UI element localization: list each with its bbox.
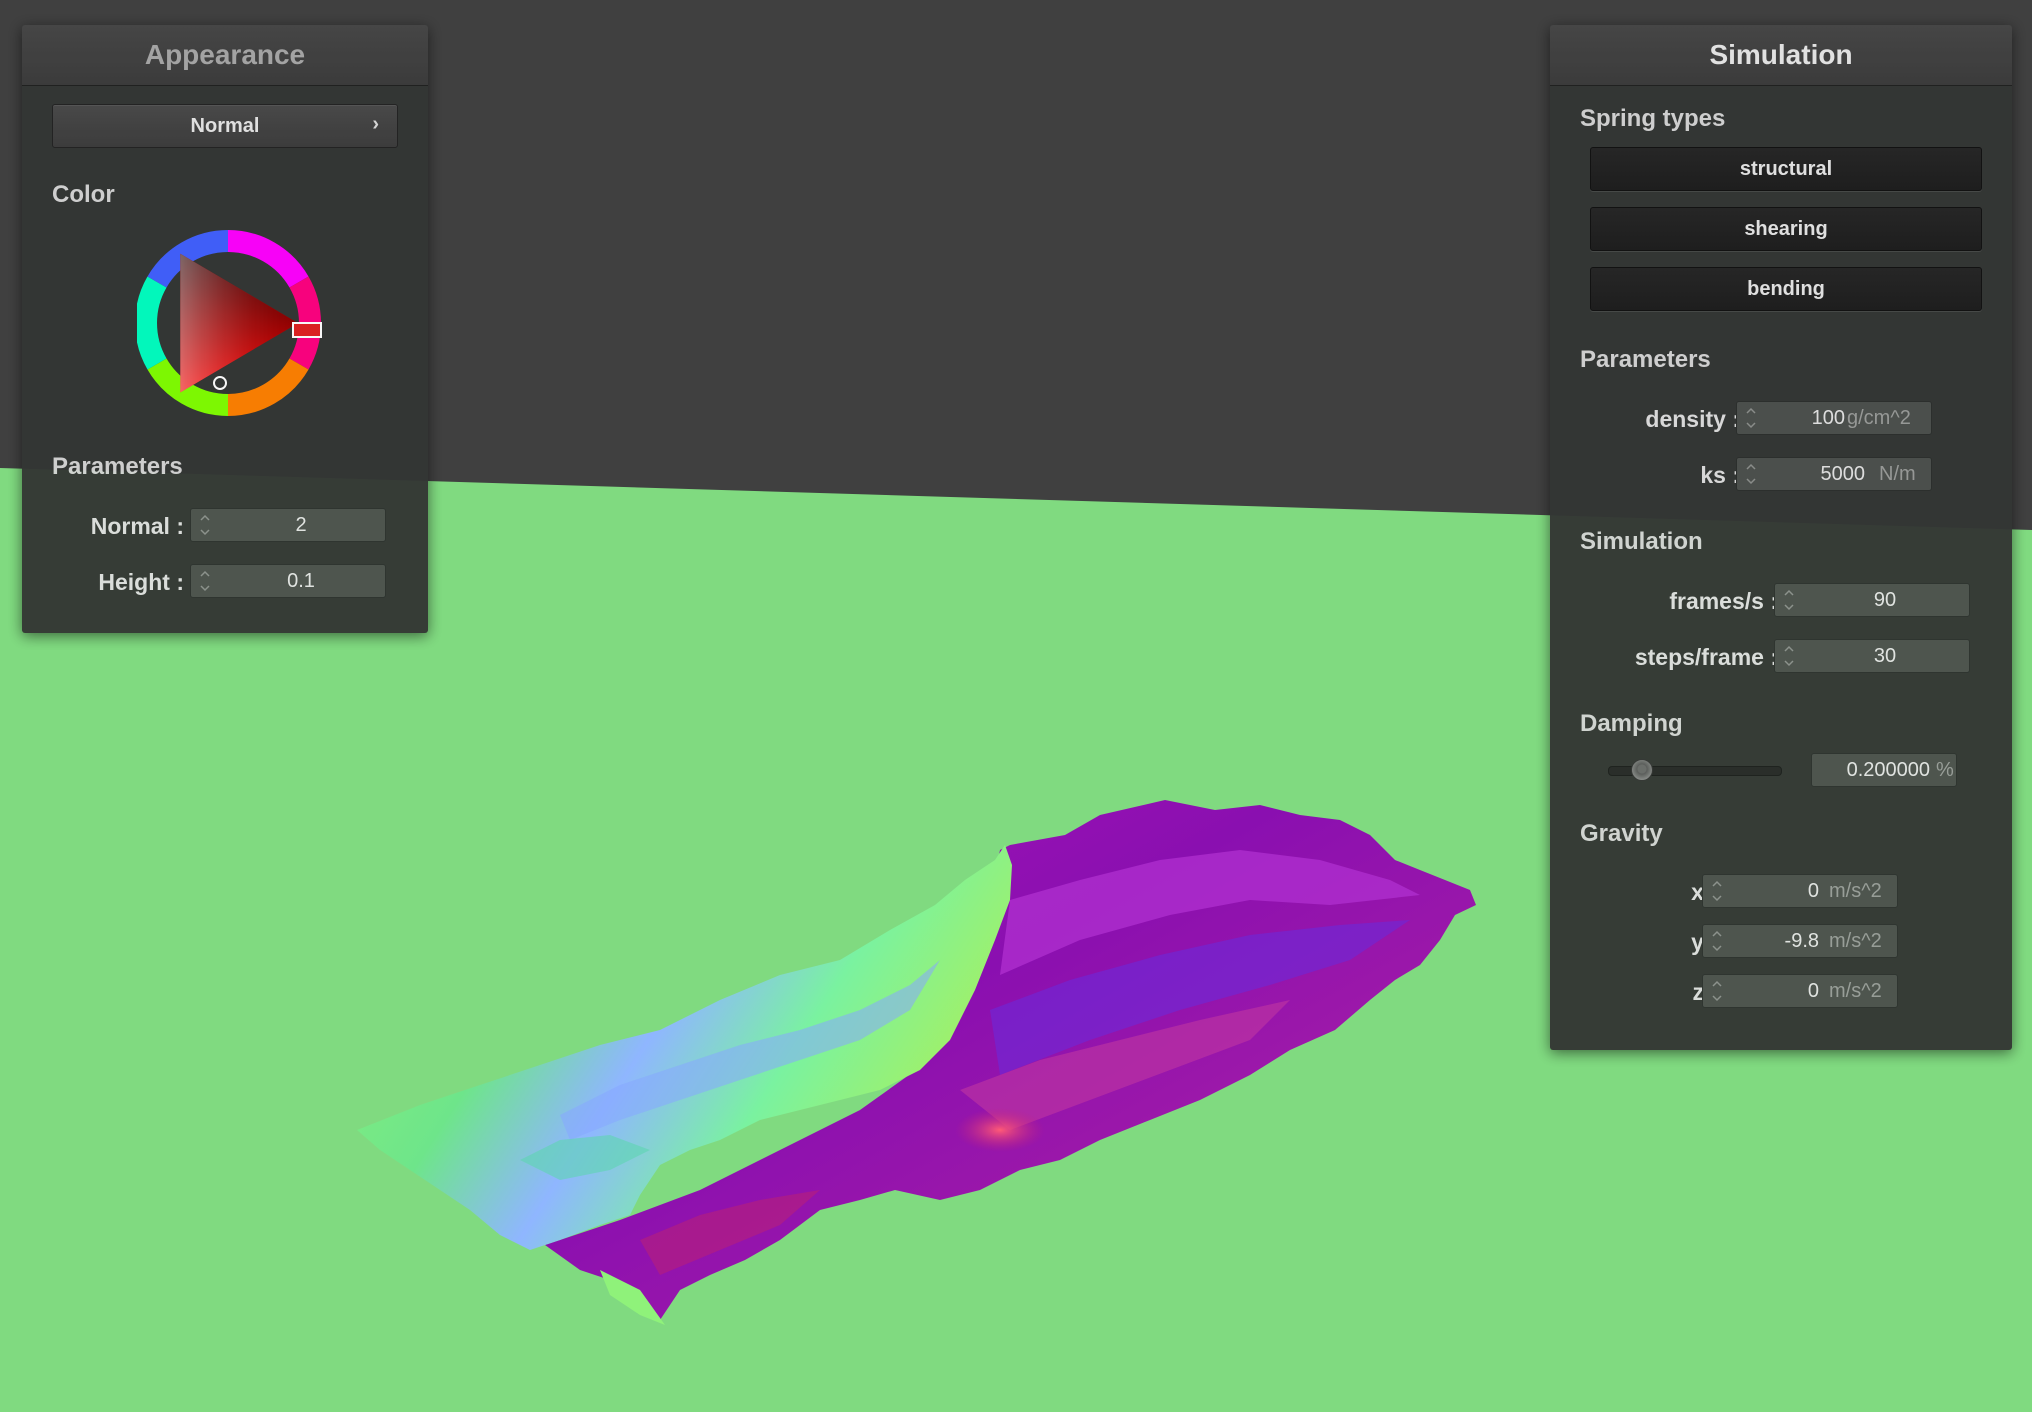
simulation-panel-title[interactable]: Simulation <box>1550 25 2012 86</box>
appearance-panel-title[interactable]: Appearance <box>22 25 428 86</box>
gravity-y-unit: m/s^2 <box>1829 930 1882 952</box>
gravity-x-unit: m/s^2 <box>1829 880 1882 902</box>
simulation-parameters-label: Parameters <box>1580 346 1711 373</box>
gravity-x-label: x : <box>1691 879 1718 905</box>
color-wheel-picker[interactable] <box>137 230 327 420</box>
height-value: 0.1 <box>287 570 315 592</box>
frames-per-second-stepper[interactable]: 90 <box>1774 583 1970 617</box>
height-label: Height : <box>98 569 184 595</box>
normal-value: 2 <box>295 514 307 536</box>
simulation-section-label: Simulation <box>1580 528 1703 555</box>
stepper-arrows-icon[interactable] <box>1745 460 1757 488</box>
damping-field[interactable]: 0.200000 % <box>1811 753 1957 787</box>
chevron-right-icon: › <box>372 113 379 135</box>
hue-handle[interactable] <box>292 322 322 338</box>
shader-select-button[interactable]: Normal › <box>52 104 398 148</box>
ks-label: ks : <box>1700 462 1740 488</box>
damping-slider-knob[interactable] <box>1631 759 1654 781</box>
density-unit: g/cm^2 <box>1847 407 1911 429</box>
shearing-button[interactable]: shearing <box>1590 207 1982 251</box>
color-handle[interactable] <box>213 376 227 390</box>
ks-stepper[interactable]: 5000 N/m <box>1736 457 1932 491</box>
stepper-arrows-icon[interactable] <box>199 511 211 539</box>
density-label: density : <box>1645 406 1740 432</box>
gravity-label: Gravity <box>1580 820 1663 847</box>
stepper-arrows-icon[interactable] <box>1711 977 1723 1005</box>
color-section-label: Color <box>52 181 115 208</box>
stepper-arrows-icon[interactable] <box>199 567 211 595</box>
gravity-x-value: 0 <box>1807 880 1819 902</box>
stepper-arrows-icon[interactable] <box>1711 927 1723 955</box>
ks-value: 5000 <box>1820 463 1866 485</box>
steps-per-frame-value: 30 <box>1873 645 1897 667</box>
spring-types-label: Spring types <box>1580 105 1726 132</box>
damping-label: Damping <box>1580 710 1683 737</box>
height-stepper[interactable]: 0.1 <box>190 564 386 598</box>
stepper-arrows-icon[interactable] <box>1711 877 1723 905</box>
ks-unit: N/m <box>1879 463 1916 485</box>
steps-per-frame-label: steps/frame : <box>1634 644 1778 670</box>
simulation-panel: Simulation Spring types structural shear… <box>1550 25 2012 1050</box>
shader-select-label: Normal <box>190 114 260 137</box>
frames-per-second-label: frames/s : <box>1669 588 1778 614</box>
frames-per-second-value: 90 <box>1873 589 1897 611</box>
appearance-parameters-label: Parameters <box>52 453 183 480</box>
normal-stepper[interactable]: 2 <box>190 508 386 542</box>
gravity-y-stepper[interactable]: -9.8 m/s^2 <box>1702 924 1898 958</box>
gravity-y-value: -9.8 <box>1784 930 1819 952</box>
appearance-panel: Appearance Normal › Color Parameters Nor… <box>22 25 428 633</box>
density-stepper[interactable]: 100 g/cm^2 <box>1736 401 1932 435</box>
density-value: 100 <box>1811 407 1845 429</box>
gravity-z-stepper[interactable]: 0 m/s^2 <box>1702 974 1898 1008</box>
bending-button[interactable]: bending <box>1590 267 1982 311</box>
gravity-z-unit: m/s^2 <box>1829 980 1882 1002</box>
structural-button[interactable]: structural <box>1590 147 1982 191</box>
gravity-y-label: y : <box>1691 929 1718 955</box>
stepper-arrows-icon[interactable] <box>1745 404 1757 432</box>
damping-value: 0.200000 <box>1846 759 1930 781</box>
gravity-z-label: z : <box>1692 979 1718 1005</box>
gravity-z-value: 0 <box>1807 980 1819 1002</box>
stepper-arrows-icon[interactable] <box>1783 642 1795 670</box>
damping-unit: % <box>1936 759 1954 781</box>
gravity-x-stepper[interactable]: 0 m/s^2 <box>1702 874 1898 908</box>
steps-per-frame-stepper[interactable]: 30 <box>1774 639 1970 673</box>
stepper-arrows-icon[interactable] <box>1783 586 1795 614</box>
normal-label: Normal : <box>90 513 184 539</box>
